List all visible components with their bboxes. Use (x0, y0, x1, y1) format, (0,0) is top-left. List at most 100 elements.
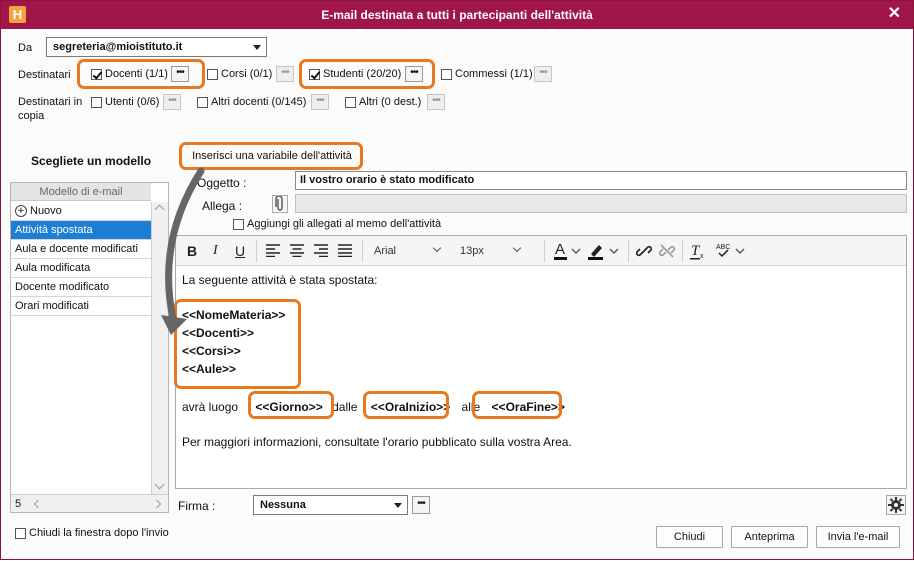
recipient-courses-label: Corsi (0/1) (221, 68, 273, 80)
cc-users-label: Utenti (0/6) (105, 96, 160, 108)
cc-users-more-button[interactable]: ••• (163, 94, 181, 110)
checkbox-icon (207, 68, 218, 80)
close-button[interactable]: Chiudi (656, 526, 723, 548)
template-list-scrollbar[interactable] (151, 202, 168, 494)
var-end-highlight (472, 391, 562, 419)
editor-toolbar: B I U Arial 13px A T x ABC (176, 236, 906, 266)
include-memo-attachments-checkbox[interactable]: Aggiungi gli allegati al memo dell'attiv… (233, 218, 441, 230)
svg-text:x: x (700, 253, 704, 260)
chevron-down-icon (394, 503, 402, 508)
close-after-send-checkbox[interactable]: Chiudi la finestra dopo l'invio (15, 527, 169, 539)
cc-label-line2: copia (18, 110, 45, 122)
gear-icon[interactable] (886, 495, 906, 515)
align-center-icon[interactable] (290, 244, 304, 257)
recipients-label: Destinatari (18, 69, 71, 81)
include-memo-attachments-label: Aggiungi gli allegati al memo dell'attiv… (247, 218, 442, 230)
template-item-new[interactable]: + Nuovo (11, 202, 151, 221)
templates-heading: Scegliete un modello (31, 154, 152, 168)
template-count: 5 (15, 498, 22, 510)
align-right-icon[interactable] (314, 244, 328, 257)
body-info-line: Per maggiori informazioni, consultate l'… (182, 435, 572, 449)
from-label: Da (18, 42, 33, 54)
signature-value: Nessuna (260, 499, 306, 511)
font-family-select[interactable]: Arial (374, 243, 442, 257)
font-family-value: Arial (374, 245, 397, 257)
courses-more-button[interactable]: ••• (276, 66, 294, 82)
cc-other-teachers-checkbox[interactable]: Altri docenti (0/145) (197, 96, 306, 108)
template-list-hscroll[interactable]: 5 (11, 494, 168, 512)
template-list: Modello di e-mail + Nuovo Attività sposta… (10, 182, 169, 513)
var-day-highlight (248, 391, 334, 419)
cc-others-checkbox[interactable]: Altri (0 dest.) (345, 96, 421, 108)
checkbox-icon (197, 96, 208, 108)
italic-button[interactable]: I (213, 242, 218, 260)
recipient-staff-label: Commessi (1/1) (455, 68, 533, 80)
clear-format-icon[interactable]: T x (690, 242, 706, 260)
close-after-send-label: Chiudi la finestra dopo l'invio (29, 527, 169, 539)
dialog-title: E-mail destinata a tutti i partecipanti … (321, 8, 593, 22)
toolbar-separator (628, 240, 629, 262)
font-size-select[interactable]: 13px (460, 243, 522, 257)
spellcheck-icon[interactable]: ABC (716, 241, 748, 261)
signature-select[interactable]: Nessuna (253, 495, 408, 515)
bold-button[interactable]: B (187, 242, 197, 260)
font-size-value: 13px (460, 245, 484, 257)
chevron-down-icon (512, 243, 522, 253)
checkbox-icon (15, 527, 26, 539)
chevron-down-icon (432, 243, 442, 253)
unlink-icon[interactable] (659, 243, 675, 259)
cc-others-more-button[interactable]: ••• (427, 94, 445, 110)
chevron-down-icon (253, 45, 261, 50)
plus-circle-icon: + (15, 205, 27, 218)
toolbar-separator (544, 240, 545, 262)
checkbox-icon (233, 218, 244, 230)
toolbar-separator (682, 240, 683, 262)
cc-other-teachers-more-button[interactable]: ••• (311, 94, 329, 110)
title-bar: H E-mail destinata a tutti i partecipant… (1, 1, 913, 29)
cc-label-line1: Destinatari in (18, 96, 83, 108)
staff-more-button[interactable]: ••• (534, 66, 552, 82)
align-left-icon[interactable] (266, 244, 280, 257)
align-justify-icon[interactable] (338, 244, 352, 257)
insert-variable-highlight (179, 142, 363, 170)
from-value: segreteria@mioistituto.it (53, 41, 183, 53)
subject-input[interactable]: Il vostro orario è stato modificato (295, 171, 907, 190)
attach-label: Allega : (202, 199, 243, 213)
template-item-teacher-changed[interactable]: Docente modificato (11, 278, 151, 297)
template-item-room-teacher-changed[interactable]: Aula e docente modificati (11, 240, 151, 259)
template-item-activity-moved[interactable]: Attività spostata (11, 221, 151, 240)
underline-button[interactable]: U (235, 242, 245, 260)
template-item-new-label: Nuovo (30, 205, 62, 217)
text-color-icon[interactable]: A (554, 241, 584, 261)
preview-button[interactable]: Anteprima (731, 526, 808, 548)
paperclip-icon[interactable] (272, 195, 288, 213)
chevron-left-icon (33, 499, 43, 509)
checkbox-icon (345, 96, 356, 108)
recipient-courses-checkbox[interactable]: Corsi (0/1) (207, 68, 272, 80)
signature-label: Firma : (178, 499, 216, 513)
body-intro-line: La seguente attività è stata spostata: (182, 273, 378, 287)
toolbar-separator (256, 240, 257, 262)
recipient-staff-checkbox[interactable]: Commessi (1/1) (441, 68, 533, 80)
text-will-take-place: avrà luogo (182, 400, 239, 414)
cc-other-teachers-label: Altri docenti (0/145) (211, 96, 307, 108)
text-from: dalle (332, 400, 358, 414)
checkbox-icon (91, 96, 102, 108)
link-icon[interactable] (636, 243, 652, 259)
chevron-up-icon (154, 204, 165, 215)
template-item-room-changed[interactable]: Aula modificata (11, 259, 151, 278)
variables-block-highlight (174, 299, 301, 389)
svg-text:ABC: ABC (716, 244, 730, 251)
template-list-header: Modello di e-mail (11, 183, 151, 201)
close-icon[interactable]: ✕ (888, 5, 901, 23)
checkbox-icon (441, 68, 452, 80)
template-item-times-changed[interactable]: Orari modificati (11, 297, 151, 316)
highlight-color-icon[interactable] (588, 241, 622, 261)
chevron-down-icon (154, 479, 165, 490)
svg-text:A: A (555, 241, 565, 258)
attachments-field (295, 194, 907, 213)
send-email-button[interactable]: Invia l'e-mail (816, 526, 900, 548)
signature-more-button[interactable]: ••• (412, 496, 430, 514)
from-select[interactable]: segreteria@mioistituto.it (46, 37, 267, 57)
cc-users-checkbox[interactable]: Utenti (0/6) (91, 96, 159, 108)
